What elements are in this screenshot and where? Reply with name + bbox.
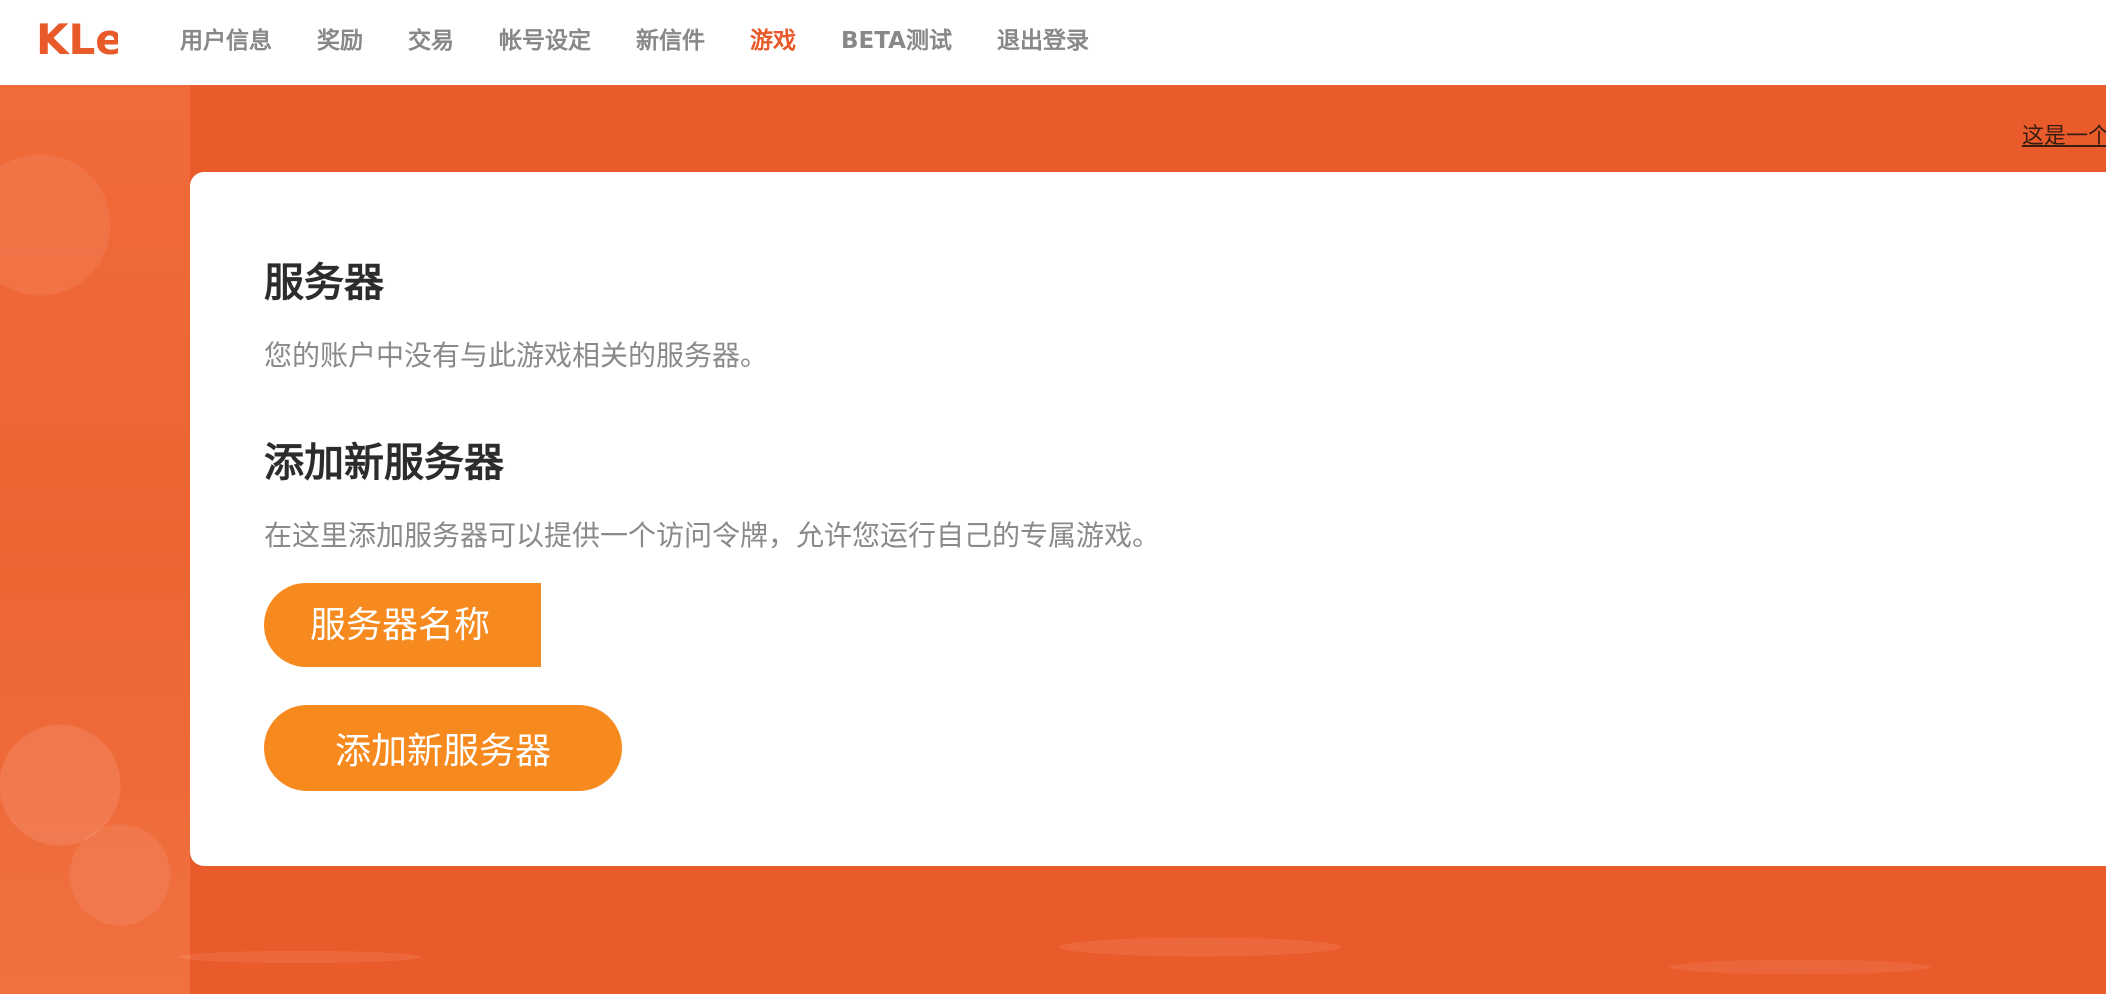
nav-item-beta-test[interactable]: BETA测试	[841, 21, 952, 55]
add-server-heading: 添加新服务器	[264, 440, 504, 486]
nav-item-games[interactable]: 游戏	[750, 21, 796, 55]
server-name-input[interactable]	[264, 583, 541, 667]
logo-text: KLei	[36, 15, 118, 62]
decorative-artwork	[0, 85, 190, 994]
main-nav: 用户信息 奖励 交易 帐号设定 新信件 游戏 BETA测试 退出登录	[180, 0, 1134, 76]
no-servers-message: 您的账户中没有与此游戏相关的服务器。	[264, 339, 769, 372]
server-card: 服务器 您的账户中没有与此游戏相关的服务器。 添加新服务器 在这里添加服务器可以…	[190, 172, 2106, 866]
nav-item-new-mail[interactable]: 新信件	[636, 21, 705, 55]
servers-heading: 服务器	[264, 260, 384, 306]
add-server-button[interactable]: 添加新服务器	[264, 705, 622, 791]
top-nav-bar: KLei 用户信息 奖励 交易 帐号设定 新信件 游戏 BETA测试 退出登录	[0, 0, 2106, 85]
nav-item-account-settings[interactable]: 帐号设定	[499, 21, 591, 55]
klei-logo[interactable]: KLei	[36, 14, 118, 62]
nav-item-trade[interactable]: 交易	[408, 21, 454, 55]
nav-item-rewards[interactable]: 奖励	[317, 21, 363, 55]
decorative-artwork-bottom	[0, 867, 2106, 994]
nav-item-logout[interactable]: 退出登录	[997, 21, 1089, 55]
notice-link[interactable]: 这是一个	[2022, 118, 2106, 150]
nav-item-user-info[interactable]: 用户信息	[180, 21, 272, 55]
add-server-description: 在这里添加服务器可以提供一个访问令牌，允许您运行自己的专属游戏。	[264, 519, 1161, 552]
